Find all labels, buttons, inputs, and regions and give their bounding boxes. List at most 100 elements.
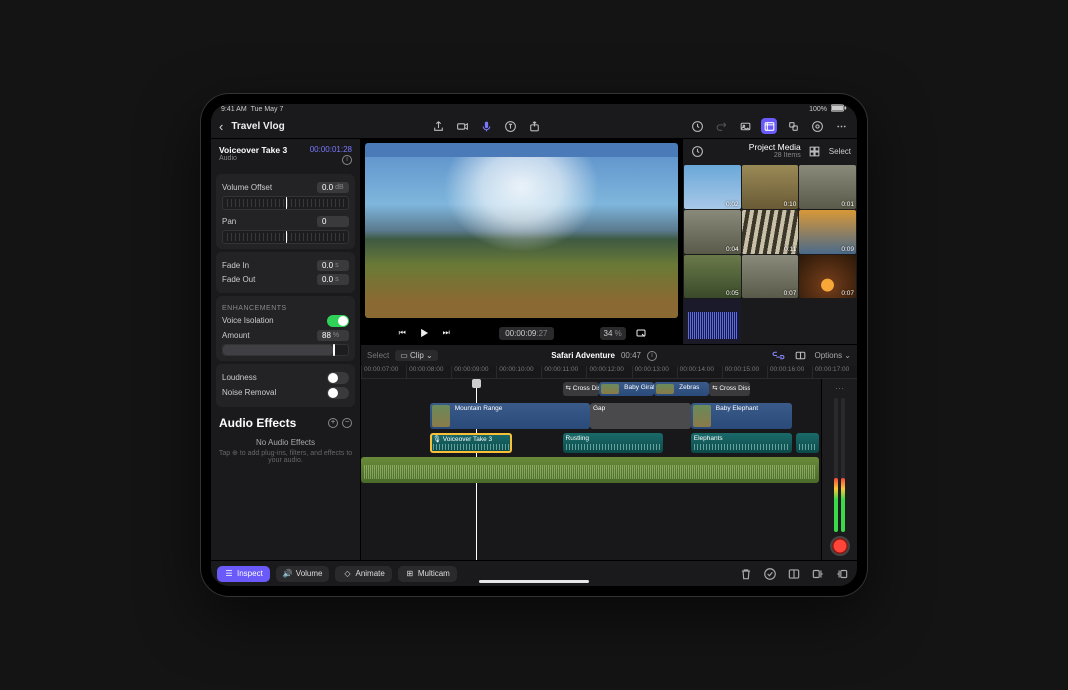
time-tick: 00:00:07:00 bbox=[361, 366, 406, 378]
viewer-timecode[interactable]: 00:00:09:27 bbox=[499, 327, 553, 340]
volume-offset-label: Volume Offset bbox=[222, 183, 272, 192]
media-thumb[interactable]: 0:01 bbox=[799, 165, 856, 209]
history-icon[interactable] bbox=[689, 118, 705, 134]
preview-canvas[interactable] bbox=[365, 143, 678, 318]
back-button[interactable]: ‹ bbox=[219, 119, 223, 134]
timeline-clip[interactable]: 🎙 Voiceover Take 3 bbox=[430, 433, 512, 453]
no-effects-hint: Tap ⊕ to add plug-ins, filters, and effe… bbox=[217, 449, 354, 464]
viewer: ⏮ ⏭ 00:00:09:27 34 % bbox=[361, 139, 682, 344]
media-thumb[interactable]: 0:10 bbox=[742, 165, 799, 209]
meter-drag-handle[interactable]: ⋯ bbox=[835, 383, 844, 394]
content-library-icon[interactable] bbox=[785, 118, 801, 134]
remove-effect-button[interactable]: − bbox=[342, 418, 352, 428]
clip-label: Zebras bbox=[679, 384, 699, 391]
volume-offset-slider[interactable] bbox=[222, 196, 349, 210]
media-thumb[interactable] bbox=[684, 299, 741, 343]
fade-in-value[interactable]: 0.0s bbox=[317, 260, 349, 271]
enhancements-heading: ENHANCEMENTS bbox=[222, 305, 349, 312]
clip-label: Baby Elephant bbox=[716, 405, 758, 412]
media-thumb[interactable]: 0:07 bbox=[742, 255, 799, 299]
media-filter-icon[interactable] bbox=[689, 144, 705, 160]
volume-offset-value[interactable]: 0.0dB bbox=[317, 182, 349, 193]
trim-in-icon[interactable] bbox=[809, 565, 827, 583]
export-icon[interactable] bbox=[527, 118, 543, 134]
thumb-duration: 0:04 bbox=[726, 246, 739, 253]
zoom-pct[interactable]: 34 % bbox=[600, 327, 626, 340]
pan-slider[interactable] bbox=[222, 230, 349, 244]
time-tick: 00:00:15:00 bbox=[722, 366, 767, 378]
time-tick: 00:00:11:00 bbox=[541, 366, 586, 378]
audio-meters-icon[interactable] bbox=[809, 118, 825, 134]
media-thumb[interactable]: 0:07 bbox=[799, 255, 856, 299]
fullscreen-button[interactable] bbox=[634, 326, 648, 340]
prev-frame-button[interactable]: ⏮ bbox=[395, 326, 409, 340]
mic-icon[interactable] bbox=[479, 118, 495, 134]
delete-icon[interactable] bbox=[737, 565, 755, 583]
media-thumb[interactable]: 0:02 bbox=[684, 165, 741, 209]
media-thumb[interactable]: 0:04 bbox=[684, 210, 741, 254]
timeline-clip[interactable]: Mountain Range bbox=[430, 403, 590, 429]
more-icon[interactable] bbox=[833, 118, 849, 134]
photos-icon[interactable] bbox=[737, 118, 753, 134]
timeline-clip[interactable]: Baby Giraffes bbox=[599, 382, 654, 396]
clip-label: 🎙 Voiceover Take 3 bbox=[433, 436, 492, 443]
timeline-clip[interactable]: Elephants bbox=[691, 433, 792, 453]
home-indicator[interactable] bbox=[479, 580, 589, 583]
timeline[interactable]: 00:00:07:0000:00:08:0000:00:09:0000:00:1… bbox=[361, 366, 857, 560]
next-frame-button[interactable]: ⏭ bbox=[439, 326, 453, 340]
timeline-clip[interactable]: ⇆ Cross Dissol… bbox=[709, 382, 750, 396]
clip-label: Mountain Range bbox=[455, 405, 503, 412]
amount-slider[interactable] bbox=[222, 344, 349, 356]
timeline-clip[interactable] bbox=[361, 457, 819, 483]
amount-value[interactable]: 88% bbox=[317, 330, 349, 341]
timeline-clip[interactable]: Gap bbox=[590, 403, 691, 429]
voice-isolation-toggle[interactable] bbox=[327, 315, 349, 327]
media-select-button[interactable]: Select bbox=[829, 147, 851, 156]
battery-pct: 100% bbox=[809, 106, 827, 113]
sequence-info-icon[interactable]: i bbox=[647, 351, 657, 361]
grid-view-icon[interactable] bbox=[807, 144, 823, 160]
trim-out-icon[interactable] bbox=[833, 565, 851, 583]
share-icon[interactable] bbox=[431, 118, 447, 134]
timeline-header: Select ▭ Clip ⌄ Safari Adventure 00:47 i… bbox=[361, 344, 857, 366]
loudness-toggle[interactable] bbox=[327, 372, 349, 384]
play-button[interactable] bbox=[417, 326, 431, 340]
sequence-name: Safari Adventure bbox=[551, 351, 615, 360]
clip-name: Voiceover Take 3 bbox=[219, 145, 287, 155]
titles-icon[interactable] bbox=[503, 118, 519, 134]
pan-value[interactable]: 0 bbox=[317, 216, 349, 227]
info-icon[interactable]: i bbox=[342, 155, 352, 165]
timeline-options[interactable]: Options ⌄ bbox=[815, 351, 852, 360]
clip-chip[interactable]: ▭ Clip ⌄ bbox=[395, 350, 438, 361]
volume-tab[interactable]: 🔊Volume bbox=[276, 566, 330, 582]
timeline-clip[interactable]: Zebras bbox=[654, 382, 709, 396]
multicam-tab[interactable]: ⊞Multicam bbox=[398, 566, 457, 582]
media-thumb[interactable]: 0:09 bbox=[799, 210, 856, 254]
audio-meter-panel: ⋯ bbox=[821, 379, 857, 560]
media-thumb[interactable]: 0:11 bbox=[742, 210, 799, 254]
mark-done-icon[interactable] bbox=[761, 565, 779, 583]
split-view-icon[interactable] bbox=[785, 565, 803, 583]
media-title: Project Media bbox=[711, 143, 801, 152]
timeline-clip[interactable]: ⇆ Cross Diss… bbox=[563, 382, 600, 396]
camera-icon[interactable] bbox=[455, 118, 471, 134]
snapping-icon[interactable] bbox=[793, 348, 809, 364]
battery-icon bbox=[831, 104, 847, 114]
link-clips-icon[interactable] bbox=[771, 348, 787, 364]
media-thumb[interactable]: 0:05 bbox=[684, 255, 741, 299]
timeline-clip[interactable]: Rustling bbox=[563, 433, 664, 453]
no-effects-title: No Audio Effects bbox=[217, 438, 354, 447]
add-effect-button[interactable]: + bbox=[328, 418, 338, 428]
redo-icon[interactable] bbox=[713, 118, 729, 134]
record-button[interactable] bbox=[830, 536, 850, 556]
timeline-clip[interactable]: Baby Elephant bbox=[691, 403, 792, 429]
noise-removal-toggle[interactable] bbox=[327, 387, 349, 399]
media-count: 28 Items bbox=[711, 152, 801, 160]
timeline-clip[interactable] bbox=[796, 433, 819, 453]
animate-tab[interactable]: ◇Animate bbox=[335, 566, 391, 582]
pan-label: Pan bbox=[222, 217, 236, 226]
media-browser-icon[interactable] bbox=[761, 118, 777, 134]
thumb-duration: 0:07 bbox=[841, 290, 854, 297]
fade-out-value[interactable]: 0.0s bbox=[317, 274, 349, 285]
inspect-tab[interactable]: ☰Inspect bbox=[217, 566, 270, 582]
